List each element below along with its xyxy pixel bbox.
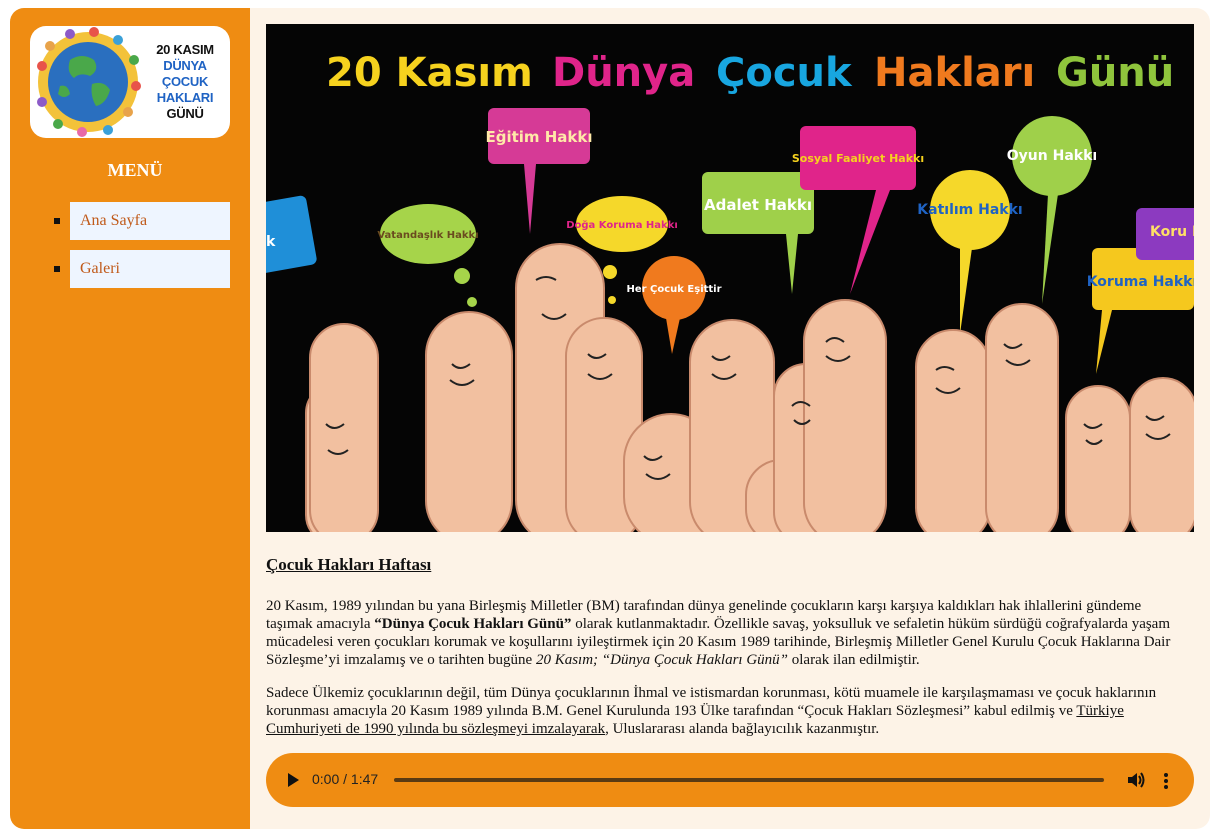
svg-text:Vatandaşlık Hakkı: Vatandaşlık Hakkı xyxy=(377,230,478,241)
svg-text:Oyun Hakkı: Oyun Hakkı xyxy=(1007,148,1097,164)
headline-word-5: Günü xyxy=(1056,50,1174,96)
svg-text:Katılım Hakkı: Katılım Hakkı xyxy=(917,202,1022,218)
svg-text:k: k xyxy=(266,234,276,250)
svg-text:Adalet Hakkı: Adalet Hakkı xyxy=(704,196,812,214)
svg-text:Her Çocuk Eşittir: Her Çocuk Eşittir xyxy=(626,284,721,295)
menu-list: Ana Sayfa Galeri xyxy=(10,202,250,298)
menu-item-galeri: Galeri xyxy=(10,250,250,288)
logo-line-3: ÇOCUK HAKLARI xyxy=(156,74,214,105)
volume-icon[interactable] xyxy=(1126,770,1146,790)
audio-time: 0:00 / 1:47 xyxy=(312,771,379,787)
site-logo[interactable]: 20 KASIM DÜNYA ÇOCUK HAKLARI GÜNÜ xyxy=(30,26,230,138)
menu-item-ana-sayfa: Ana Sayfa xyxy=(10,202,250,240)
headline-word-2: Dünya xyxy=(552,50,695,96)
p1-bold: “Dünya Çocuk Hakları Günü” xyxy=(374,616,572,632)
svg-text:Sosyal Faaliyet Hakkı: Sosyal Faaliyet Hakkı xyxy=(792,152,924,165)
svg-text:Koruma Hakkı: Koruma Hakkı xyxy=(1087,274,1194,290)
page-frame: 20 KASIM DÜNYA ÇOCUK HAKLARI GÜNÜ MENÜ A… xyxy=(10,8,1210,829)
article-paragraph-2: Sadece Ülkemiz çocuklarının değil, tüm D… xyxy=(266,684,1186,738)
headline-word-4: Hakları xyxy=(874,50,1035,96)
svg-text:Eğitim Hakkı: Eğitim Hakkı xyxy=(485,128,592,146)
article-title: Çocuk Hakları Haftası xyxy=(266,555,432,574)
logo-line-2: DÜNYA xyxy=(163,58,207,73)
bullet-icon xyxy=(54,266,60,272)
bubble-koru-partial: Koru Hak xyxy=(1136,208,1194,260)
svg-text:Doğa Koruma Hakkı: Doğa Koruma Hakkı xyxy=(566,219,678,231)
logo-text: 20 KASIM DÜNYA ÇOCUK HAKLARI GÜNÜ xyxy=(142,42,228,122)
sidebar: 20 KASIM DÜNYA ÇOCUK HAKLARI GÜNÜ MENÜ A… xyxy=(10,8,250,829)
bullet-icon xyxy=(54,218,60,224)
audio-progress-track[interactable] xyxy=(394,778,1104,782)
logo-line-1: 20 KASIM xyxy=(156,42,214,57)
headline-word-1: 20 Kasım xyxy=(326,50,533,96)
svg-text:Koru Hak: Koru Hak xyxy=(1150,224,1194,240)
p1-italic: 20 Kasım; “Dünya Çocuk Hakları Günü” xyxy=(535,652,789,668)
headline-word-3: Çocuk xyxy=(716,50,853,96)
menu-title: MENÜ xyxy=(107,160,163,180)
p1-text-c: olarak ilan edilmiştir. xyxy=(788,652,920,668)
menu-link-ana-sayfa[interactable]: Ana Sayfa xyxy=(70,202,230,240)
play-icon[interactable] xyxy=(288,773,299,787)
article-paragraph-1: 20 Kasım, 1989 yılından bu yana Birleşmi… xyxy=(266,597,1186,669)
audio-player: 0:00 / 1:47 xyxy=(266,753,1194,807)
p2-text-b: , Uluslararası alanda bağlayıcılık kazan… xyxy=(605,721,880,737)
banner-image: 20 Kasım Dünya Çocuk Hakları Günü Eğitim… xyxy=(266,24,1194,532)
p2-text-a: Sadece Ülkemiz çocuklarının değil, tüm D… xyxy=(266,685,1157,719)
more-options-icon[interactable] xyxy=(1162,771,1170,791)
logo-line-4: GÜNÜ xyxy=(166,106,204,121)
menu-link-galeri[interactable]: Galeri xyxy=(70,250,230,288)
